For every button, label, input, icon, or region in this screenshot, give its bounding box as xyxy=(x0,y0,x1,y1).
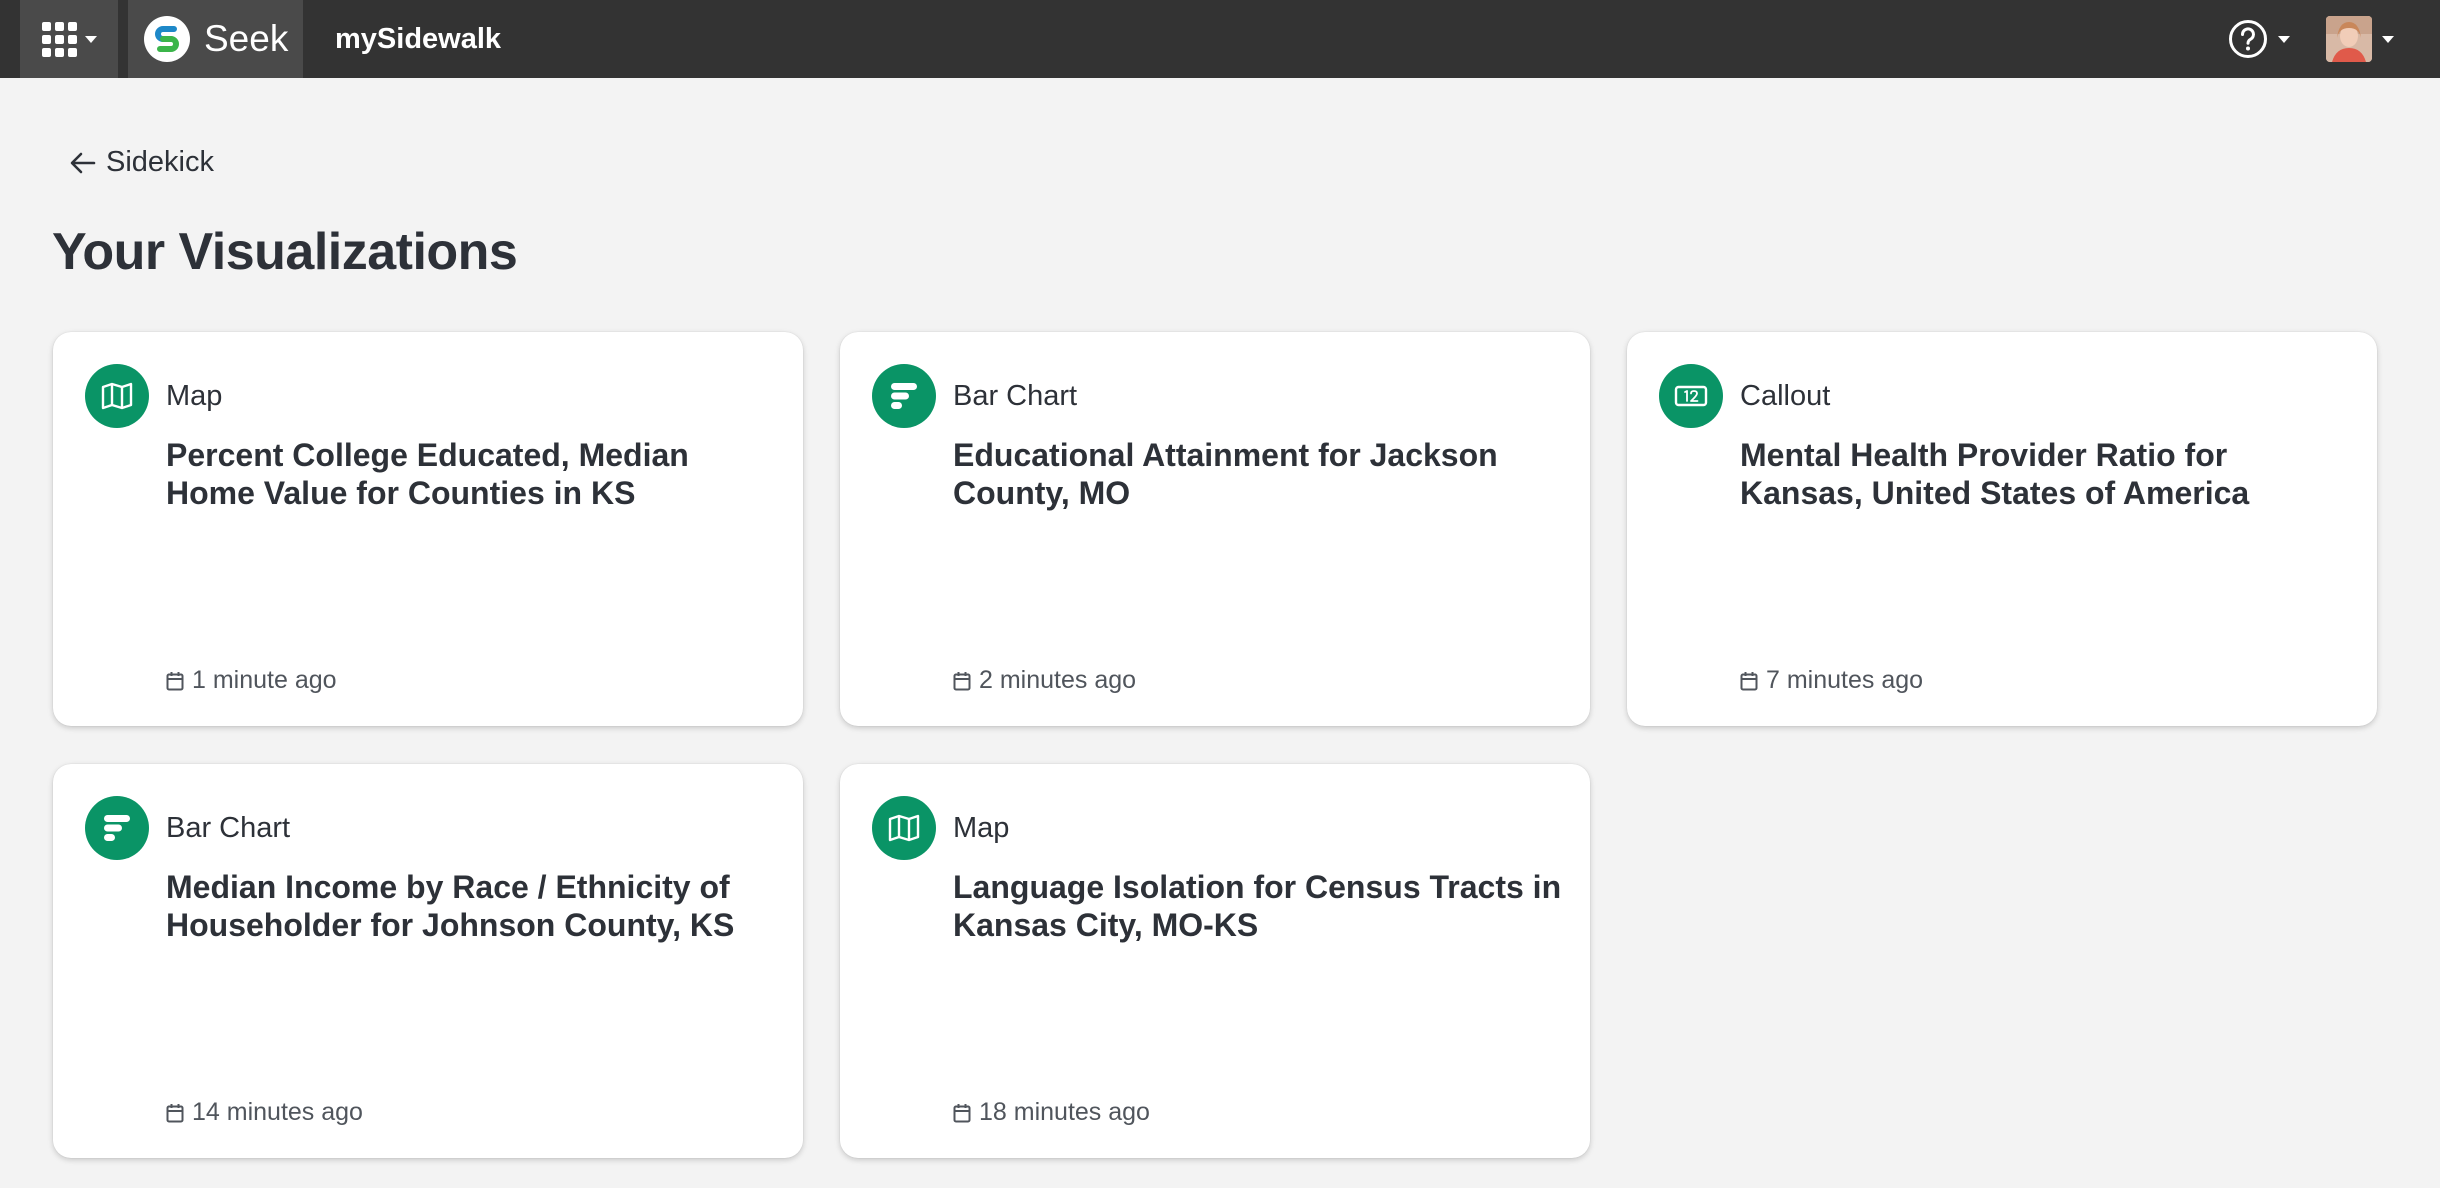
card-title: Educational Attainment for Jackson Count… xyxy=(953,437,1498,511)
card-type-label: Bar Chart xyxy=(953,380,1078,412)
caret-down-icon xyxy=(84,35,97,43)
card-title: Percent College Educated, Median Home Va… xyxy=(166,437,689,511)
card-updated-text: 7 minutes ago xyxy=(1766,666,1924,694)
card-type-label: Bar Chart xyxy=(166,812,291,844)
card-timestamp: 2 minutes ago xyxy=(953,666,1136,695)
caret-down-icon xyxy=(2382,35,2394,43)
visualization-card[interactable]: Bar Chart Median Income by Race / Ethnic… xyxy=(53,764,803,1158)
top-bar: Seek mySidewalk xyxy=(0,0,2440,78)
visualization-card[interactable]: Callout Mental Health Provider Ratio for… xyxy=(1627,332,2377,726)
visualization-card[interactable]: Map Percent College Educated, Median Hom… xyxy=(53,332,803,726)
arrow-left-icon xyxy=(70,152,96,173)
callout-icon xyxy=(1659,364,1723,428)
grid-icon xyxy=(41,21,77,57)
caret-down-icon xyxy=(2278,35,2290,43)
seek-logo-icon xyxy=(144,16,190,62)
help-menu-button[interactable] xyxy=(2228,15,2290,63)
card-timestamp: 14 minutes ago xyxy=(166,1098,363,1127)
back-link-label: Sidekick xyxy=(106,146,214,178)
card-updated-text: 1 minute ago xyxy=(192,666,337,694)
card-type-label: Map xyxy=(953,812,1010,844)
card-type-label: Map xyxy=(166,380,223,412)
card-timestamp: 18 minutes ago xyxy=(953,1098,1150,1127)
calendar-icon xyxy=(166,1103,184,1122)
bar-chart-icon xyxy=(85,796,149,860)
visualization-card[interactable]: Bar Chart Educational Attainment for Jac… xyxy=(840,332,1590,726)
card-updated-text: 14 minutes ago xyxy=(192,1098,363,1126)
avatar xyxy=(2326,16,2372,62)
brand-name: Seek xyxy=(204,18,289,59)
app-switcher-button[interactable] xyxy=(20,0,118,78)
card-updated-text: 18 minutes ago xyxy=(979,1098,1150,1126)
page-title: Your Visualizations xyxy=(52,223,518,281)
map-icon xyxy=(872,796,936,860)
org-name[interactable]: mySidewalk xyxy=(335,0,501,78)
card-title: Language Isolation for Census Tracts in … xyxy=(953,869,1562,943)
visualization-card[interactable]: Map Language Isolation for Census Tracts… xyxy=(840,764,1590,1158)
map-icon xyxy=(85,364,149,428)
card-updated-text: 2 minutes ago xyxy=(979,666,1137,694)
calendar-icon xyxy=(953,1103,971,1122)
card-title: Mental Health Provider Ratio for Kansas,… xyxy=(1740,437,2250,511)
user-menu-button[interactable] xyxy=(2326,14,2394,64)
card-timestamp: 7 minutes ago xyxy=(1740,666,1923,695)
card-type-label: Callout xyxy=(1740,380,1831,412)
question-circle-icon xyxy=(2229,20,2267,58)
brand-logo-link[interactable]: Seek xyxy=(128,0,303,78)
card-timestamp: 1 minute ago xyxy=(166,666,337,695)
calendar-icon xyxy=(1740,671,1758,690)
calendar-icon xyxy=(953,671,971,690)
calendar-icon xyxy=(166,671,184,690)
bar-chart-icon xyxy=(872,364,936,428)
card-title: Median Income by Race / Ethnicity of Hou… xyxy=(166,869,735,943)
back-link-sidekick[interactable]: Sidekick xyxy=(70,146,214,179)
